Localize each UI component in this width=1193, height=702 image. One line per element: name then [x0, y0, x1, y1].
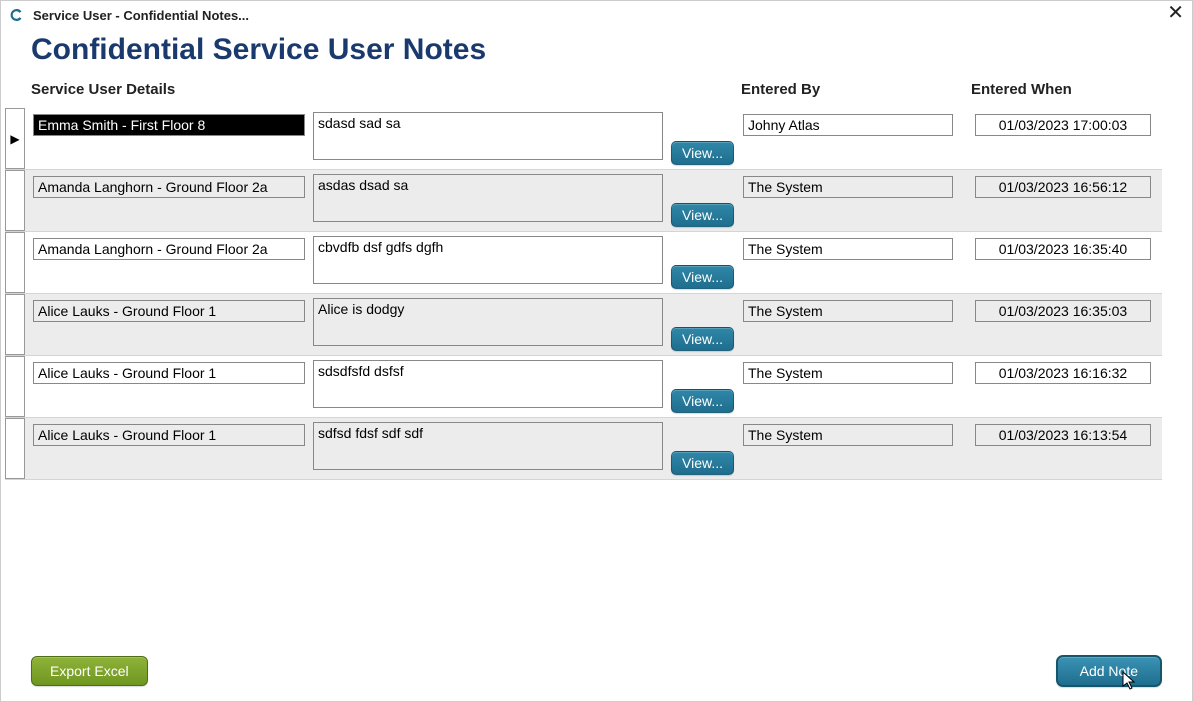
cell-entered-when: 01/03/2023 16:35:40: [959, 232, 1155, 293]
titlebar: Service User - Confidential Notes... ✕: [1, 1, 1192, 29]
cell-note: Alice is dodgy: [311, 294, 667, 355]
notes-grid: ▶ Emma Smith - First Floor 8 sdasd sad sa V…: [5, 108, 1162, 480]
cell-entered-when: 01/03/2023 16:35:03: [959, 294, 1155, 355]
cell-note: sdsdfsfd dsfsf: [311, 356, 667, 417]
entered-when-field[interactable]: 01/03/2023 16:35:40: [975, 238, 1151, 260]
note-text-field[interactable]: Alice is dodgy: [313, 298, 663, 346]
table-row: Amanda Langhorn - Ground Floor 2a cbvdfb …: [5, 232, 1162, 294]
close-icon[interactable]: ✕: [1167, 3, 1184, 23]
row-selector[interactable]: ▶: [5, 108, 25, 169]
current-row-indicator-icon: ▶: [10, 132, 19, 146]
service-user-field[interactable]: Alice Lauks - Ground Floor 1: [33, 424, 305, 446]
entered-when-field[interactable]: 01/03/2023 16:13:54: [975, 424, 1151, 446]
entered-by-field[interactable]: The System: [743, 424, 953, 446]
view-button[interactable]: View...: [671, 327, 734, 351]
row-selector[interactable]: [5, 232, 25, 293]
cell-view: View...: [667, 294, 739, 355]
cell-view: View...: [667, 356, 739, 417]
cell-view: View...: [667, 170, 739, 231]
note-text-field[interactable]: sdasd sad sa: [313, 112, 663, 160]
cell-service-user: Alice Lauks - Ground Floor 1: [25, 294, 311, 355]
cell-view: View...: [667, 418, 739, 479]
cell-note: sdasd sad sa: [311, 108, 667, 169]
view-button[interactable]: View...: [671, 203, 734, 227]
cell-entered-when: 01/03/2023 17:00:03: [959, 108, 1155, 169]
cell-note: cbvdfb dsf gdfs dgfh: [311, 232, 667, 293]
table-row: Alice Lauks - Ground Floor 1 sdsdfsfd dsf…: [5, 356, 1162, 418]
cell-entered-by: The System: [739, 232, 959, 293]
app-icon: [9, 7, 25, 23]
cell-entered-when: 01/03/2023 16:16:32: [959, 356, 1155, 417]
entered-when-field[interactable]: 01/03/2023 16:16:32: [975, 362, 1151, 384]
row-selector[interactable]: [5, 170, 25, 231]
row-selector[interactable]: [5, 356, 25, 417]
service-user-field[interactable]: Emma Smith - First Floor 8: [33, 114, 305, 136]
col-header-entered-when: Entered When: [941, 81, 1141, 98]
page-title: Confidential Service User Notes: [31, 33, 1162, 67]
row-selector[interactable]: [5, 418, 25, 479]
export-excel-button[interactable]: Export Excel: [31, 656, 148, 686]
cell-service-user: Emma Smith - First Floor 8: [25, 108, 311, 169]
entered-when-field[interactable]: 01/03/2023 16:35:03: [975, 300, 1151, 322]
cell-entered-by: Johny Atlas: [739, 108, 959, 169]
col-header-entered-by: Entered By: [711, 81, 941, 98]
service-user-field[interactable]: Amanda Langhorn - Ground Floor 2a: [33, 176, 305, 198]
cell-service-user: Alice Lauks - Ground Floor 1: [25, 418, 311, 479]
view-button[interactable]: View...: [671, 141, 734, 165]
entered-by-field[interactable]: The System: [743, 362, 953, 384]
col-header-service-user: Service User Details: [31, 81, 711, 98]
entered-by-field[interactable]: The System: [743, 300, 953, 322]
note-text-field[interactable]: cbvdfb dsf gdfs dgfh: [313, 236, 663, 284]
window-title: Service User - Confidential Notes...: [33, 8, 249, 23]
cell-entered-by: The System: [739, 356, 959, 417]
cell-note: asdas dsad sa: [311, 170, 667, 231]
cell-service-user: Amanda Langhorn - Ground Floor 2a: [25, 170, 311, 231]
cell-entered-by: The System: [739, 170, 959, 231]
cell-view: View...: [667, 108, 739, 169]
service-user-field[interactable]: Alice Lauks - Ground Floor 1: [33, 362, 305, 384]
column-headers: Service User Details Entered By Entered …: [31, 81, 1162, 98]
table-row: Alice Lauks - Ground Floor 1 sdfsd fdsf s…: [5, 418, 1162, 480]
view-button[interactable]: View...: [671, 451, 734, 475]
table-row: Amanda Langhorn - Ground Floor 2a asdas d…: [5, 170, 1162, 232]
cell-view: View...: [667, 232, 739, 293]
content-area: Confidential Service User Notes Service …: [1, 29, 1192, 490]
entered-by-field[interactable]: Johny Atlas: [743, 114, 953, 136]
table-row: Alice Lauks - Ground Floor 1 Alice is dod…: [5, 294, 1162, 356]
window-frame: Service User - Confidential Notes... ✕ C…: [0, 0, 1193, 702]
cell-service-user: Alice Lauks - Ground Floor 1: [25, 356, 311, 417]
cell-entered-by: The System: [739, 294, 959, 355]
cell-entered-when: 01/03/2023 16:13:54: [959, 418, 1155, 479]
table-row: ▶ Emma Smith - First Floor 8 sdasd sad sa V…: [5, 108, 1162, 170]
add-note-button[interactable]: Add Note: [1056, 655, 1162, 687]
entered-by-field[interactable]: The System: [743, 176, 953, 198]
entered-when-field[interactable]: 01/03/2023 17:00:03: [975, 114, 1151, 136]
note-text-field[interactable]: sdfsd fdsf sdf sdf: [313, 422, 663, 470]
cell-entered-when: 01/03/2023 16:56:12: [959, 170, 1155, 231]
cell-entered-by: The System: [739, 418, 959, 479]
note-text-field[interactable]: sdsdfsfd dsfsf: [313, 360, 663, 408]
note-text-field[interactable]: asdas dsad sa: [313, 174, 663, 222]
row-selector[interactable]: [5, 294, 25, 355]
service-user-field[interactable]: Alice Lauks - Ground Floor 1: [33, 300, 305, 322]
entered-when-field[interactable]: 01/03/2023 16:56:12: [975, 176, 1151, 198]
footer-actions: Export Excel Add Note: [31, 655, 1162, 687]
cell-service-user: Amanda Langhorn - Ground Floor 2a: [25, 232, 311, 293]
service-user-field[interactable]: Amanda Langhorn - Ground Floor 2a: [33, 238, 305, 260]
view-button[interactable]: View...: [671, 389, 734, 413]
view-button[interactable]: View...: [671, 265, 734, 289]
entered-by-field[interactable]: The System: [743, 238, 953, 260]
cell-note: sdfsd fdsf sdf sdf: [311, 418, 667, 479]
